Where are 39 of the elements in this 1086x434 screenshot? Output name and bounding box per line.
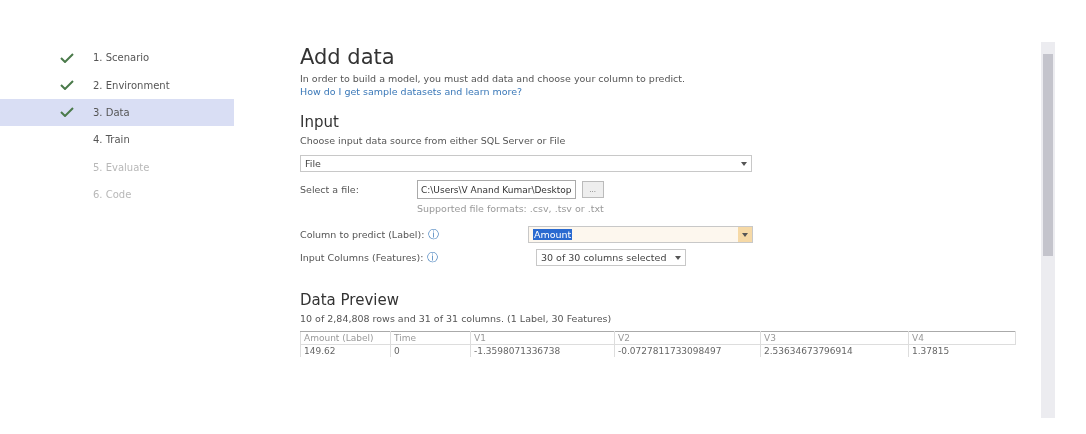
- input-description: Choose input data source from either SQL Server or File: [300, 134, 567, 147]
- column-header: V1: [470, 331, 615, 345]
- step-item[interactable]: 4. Train: [0, 126, 234, 154]
- column-header: V3: [760, 331, 909, 345]
- scroll-thumb[interactable]: [1043, 54, 1053, 256]
- table-cell: 149.62: [300, 344, 391, 357]
- column-header: V2: [614, 331, 761, 345]
- info-icon[interactable]: ⓘ: [428, 227, 440, 242]
- help-link[interactable]: How do I get sample datasets and learn more?: [300, 85, 523, 98]
- description: In order to build a model, you must add data and choose your column to predict.: [300, 72, 687, 85]
- scrollbar[interactable]: [1041, 42, 1055, 418]
- field-label: Column to predict (Label):: [300, 229, 425, 240]
- column-dropdown[interactable]: 30 of 30 columns selected: [536, 249, 686, 266]
- column-header: V4: [908, 331, 1016, 345]
- table-cell: 1.37815: [908, 344, 1016, 357]
- info-icon[interactable]: ⓘ: [427, 250, 439, 265]
- formats-note: Supported file formats: .csv, .tsv or .txt: [417, 203, 605, 214]
- page-title: Add data: [300, 44, 396, 70]
- column-header: Time: [390, 331, 471, 345]
- caret-icon: [675, 255, 681, 260]
- table-cell: 2.53634673796914: [760, 344, 909, 357]
- field-label: Input Columns (Features):: [300, 252, 424, 263]
- file-label: Select a file:: [300, 184, 360, 195]
- table-cell: -1.3598071336738: [470, 344, 615, 357]
- caret-icon: [741, 161, 747, 166]
- column-dropdown[interactable]: Amount: [528, 226, 753, 243]
- section-heading: Input: [300, 112, 340, 132]
- step-item[interactable]: 1. Scenario: [0, 44, 234, 72]
- preview-summary: 10 of 2,84,808 rows and 31 of 31 columns. (1 Label, 30 Features): [300, 312, 613, 325]
- source-dropdown[interactable]: File: [300, 155, 752, 172]
- column-header: Amount (Label): [300, 331, 391, 345]
- section-heading: Data Preview: [300, 290, 400, 310]
- step-item[interactable]: 3. Data: [0, 98, 234, 127]
- file-path-field[interactable]: C:\Users\V Anand Kumar\Desktop: [417, 180, 576, 199]
- browse-button[interactable]: ...: [581, 181, 604, 198]
- table-cell: 0: [390, 344, 471, 357]
- table-cell: -0.0727811733098497: [614, 344, 761, 357]
- caret-icon: [742, 232, 748, 237]
- step-item[interactable]: 2. Environment: [0, 71, 234, 99]
